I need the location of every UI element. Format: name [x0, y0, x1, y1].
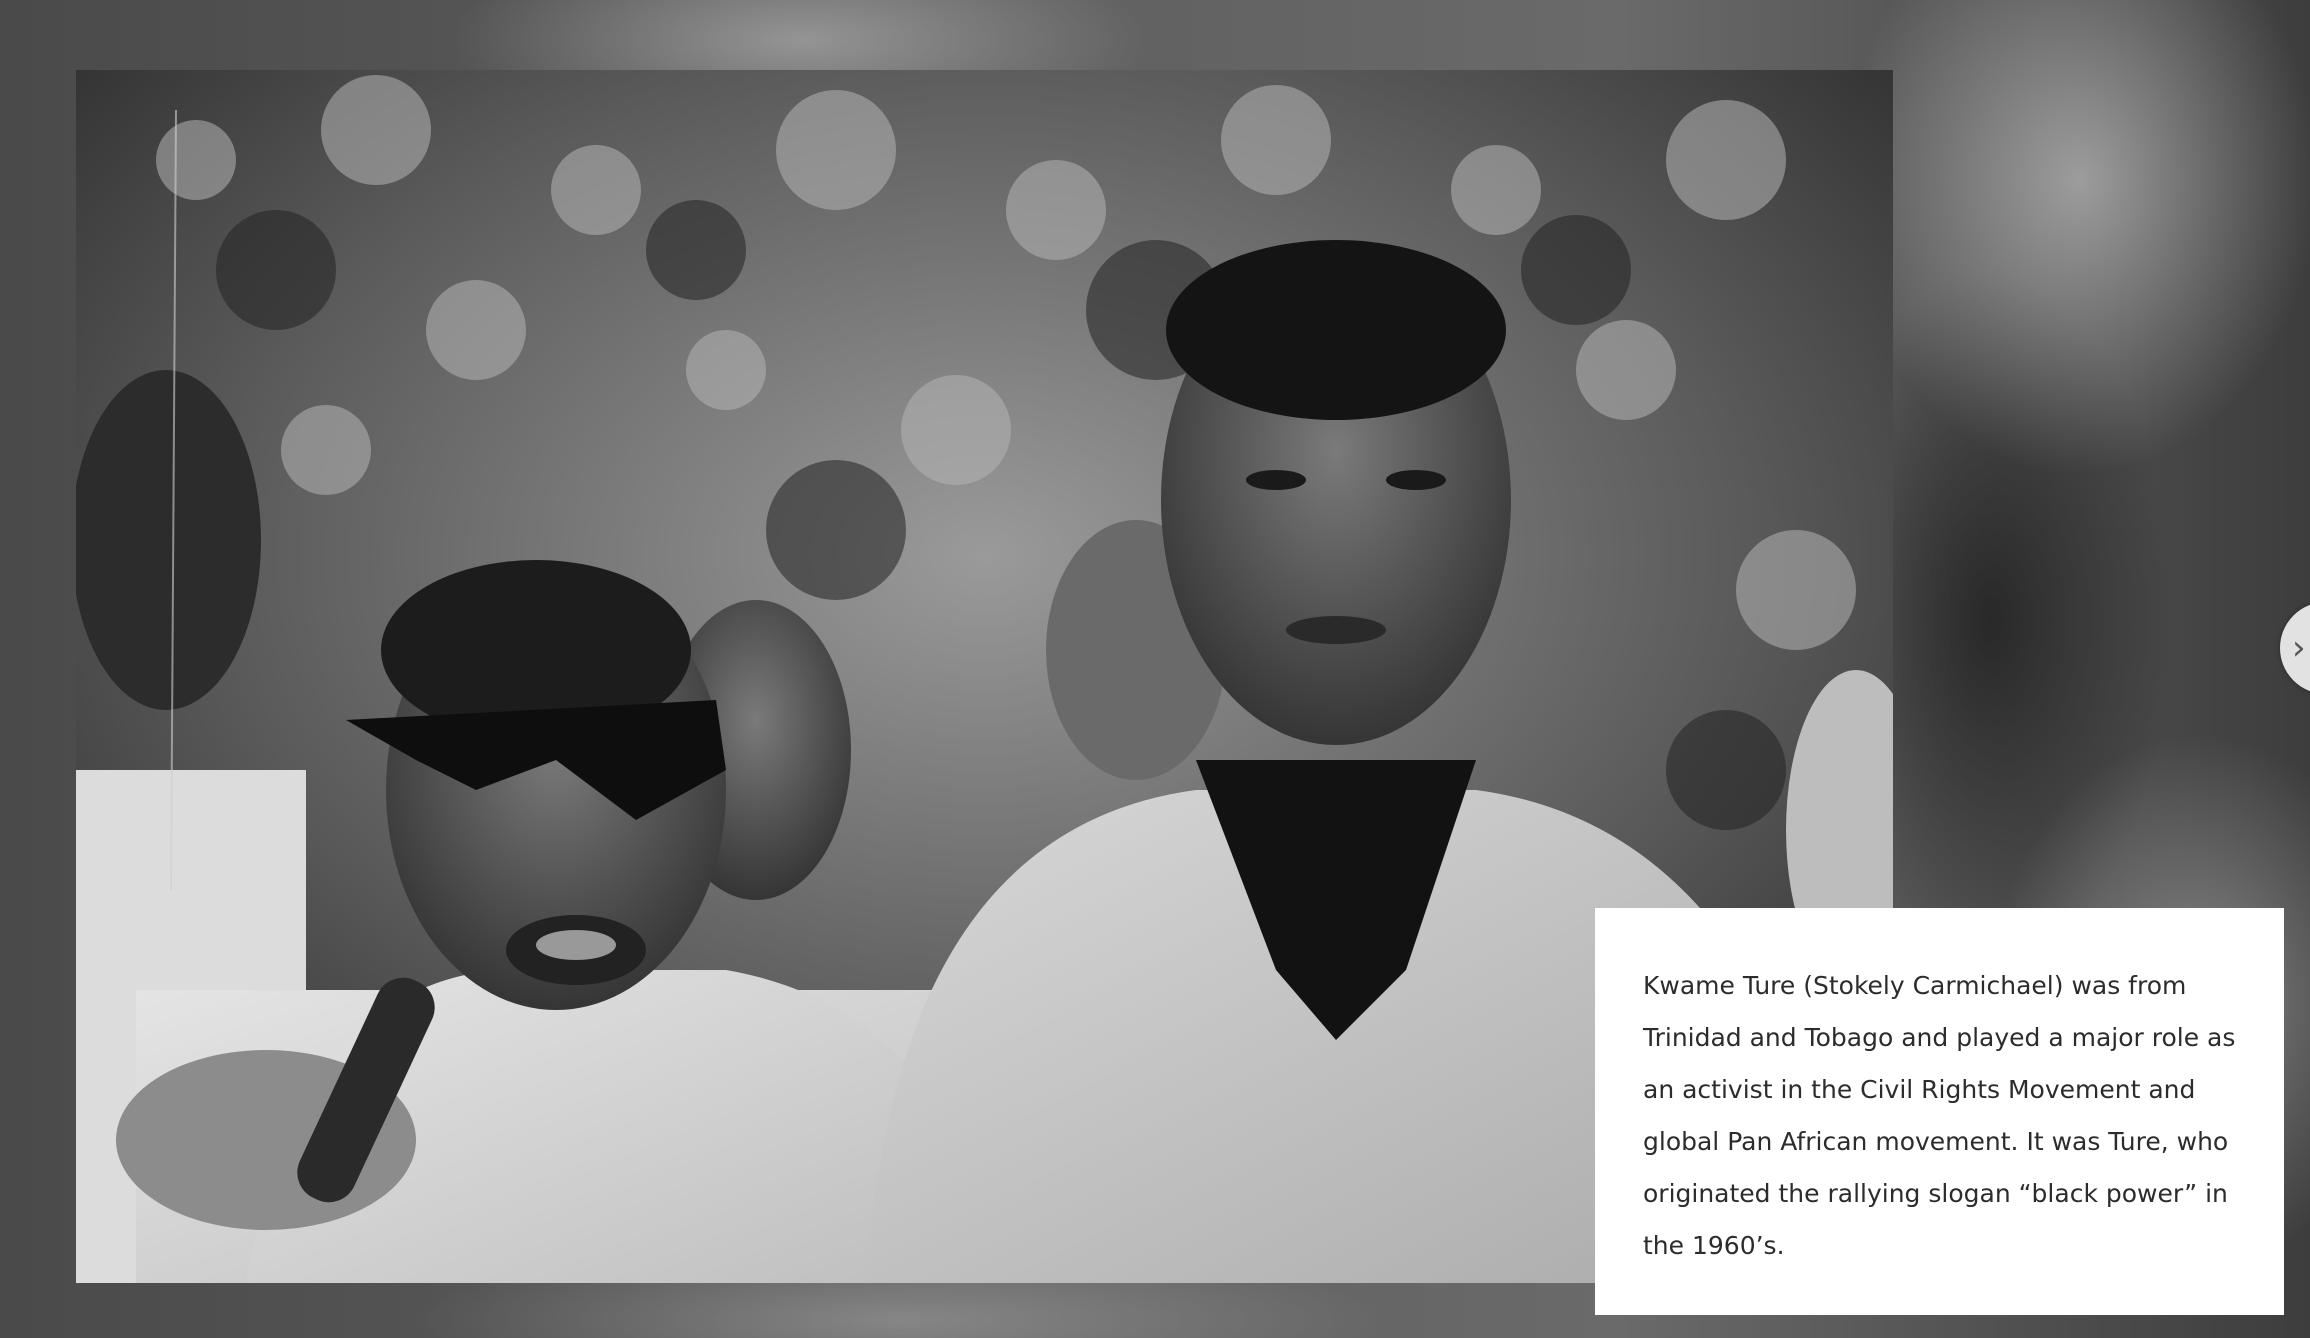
caption-text: Kwame Ture (Stokely Carmichael) was from…	[1643, 971, 2236, 1260]
caption-card: Kwame Ture (Stokely Carmichael) was from…	[1595, 908, 2284, 1315]
chevron-right-icon: ›	[2292, 628, 2306, 668]
